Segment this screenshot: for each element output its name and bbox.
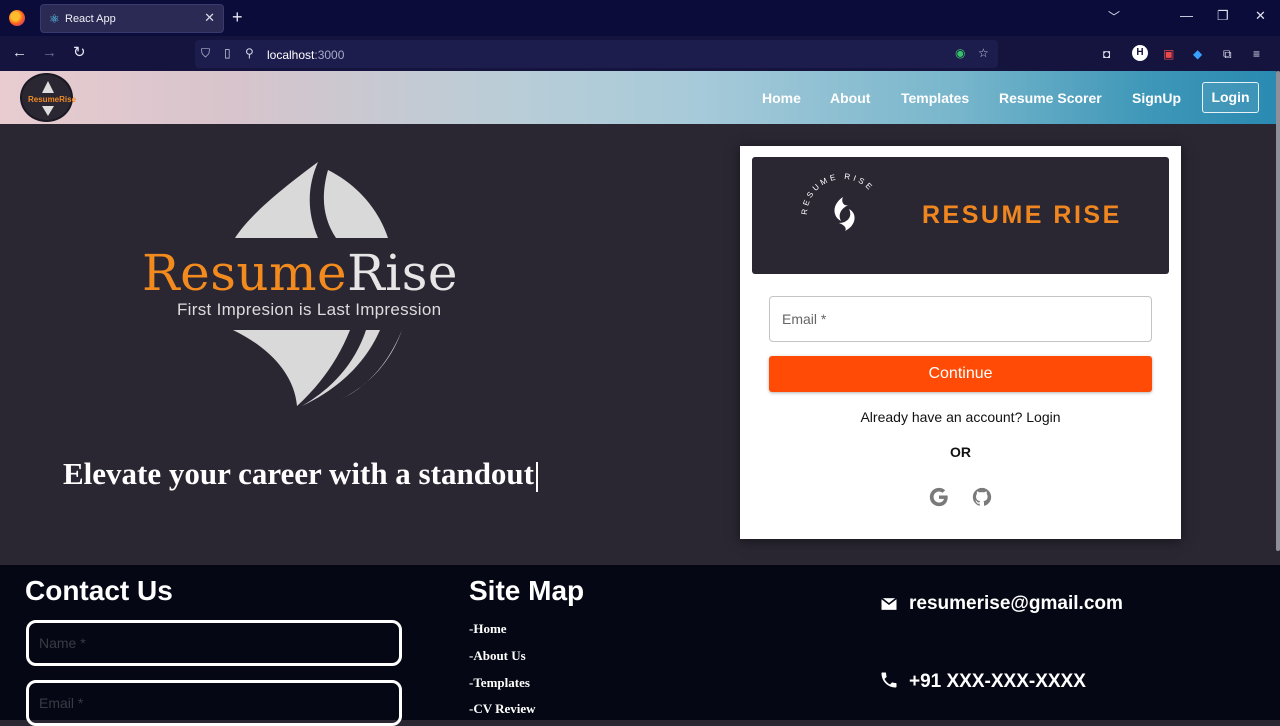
logo-text: ResumeRise bbox=[28, 95, 77, 104]
nav-about[interactable]: About bbox=[830, 90, 870, 106]
nav-signup[interactable]: SignUp bbox=[1132, 90, 1181, 106]
contact-heading: Contact Us bbox=[25, 575, 173, 606]
or-divider: OR bbox=[950, 444, 971, 460]
extension-h-icon[interactable]: H bbox=[1132, 45, 1148, 61]
signup-email-input[interactable]: Email * bbox=[769, 296, 1152, 342]
extension-red-icon[interactable]: ▣ bbox=[1163, 47, 1174, 61]
card-banner: RESUME RISE RESUME RISE bbox=[752, 157, 1169, 274]
extension-status-icon[interactable]: ◉ bbox=[955, 46, 965, 60]
restore-icon[interactable]: ❐ bbox=[1217, 8, 1229, 24]
bookmark-star-icon[interactable]: ☆ bbox=[978, 46, 989, 60]
reload-icon[interactable]: ↻ bbox=[73, 45, 86, 61]
site-footer: Contact Us Name * Email * Site Map -Home… bbox=[0, 565, 1280, 726]
contact-email-input[interactable]: Email * bbox=[26, 680, 402, 726]
contact-name-input[interactable]: Name * bbox=[26, 620, 402, 666]
hamburger-menu-icon[interactable]: ≡ bbox=[1253, 47, 1260, 61]
window-close-icon[interactable]: ✕ bbox=[1255, 8, 1266, 24]
logo-sail-bottom-icon bbox=[42, 106, 54, 116]
sitemap-link-about[interactable]: -About Us bbox=[469, 648, 526, 664]
google-icon[interactable] bbox=[928, 486, 950, 508]
github-icon[interactable] bbox=[971, 486, 993, 508]
site-header: ResumeRise Home About Templates Resume S… bbox=[0, 71, 1276, 124]
login-prompt-link[interactable]: Already have an account? Login bbox=[740, 409, 1181, 425]
browser-nav-bar: ← → ↻ ⛉ ▯ ⚲ localhost:3000 ◉ ☆ ◘ H ▣ ◆ ⧉… bbox=[0, 36, 1280, 71]
firefox-logo-icon bbox=[9, 10, 25, 26]
contact-phone[interactable]: +91 XXX-XXX-XXXX bbox=[909, 671, 1086, 693]
url-text[interactable]: localhost:3000 bbox=[267, 48, 344, 62]
address-bar[interactable]: ⛉ ▯ ⚲ localhost:3000 ◉ ☆ bbox=[195, 40, 998, 68]
typing-cursor bbox=[536, 461, 538, 492]
sitemap-link-templates[interactable]: -Templates bbox=[469, 675, 530, 691]
page-scrollbar[interactable] bbox=[1276, 71, 1280, 551]
browser-tab-bar: ⚛ React App ✕ + ﹀ — ❐ ✕ bbox=[0, 0, 1280, 36]
hero-headline: Elevate your career with a standout bbox=[63, 456, 538, 492]
minimize-icon[interactable]: — bbox=[1180, 8, 1193, 23]
permissions-icon[interactable]: ⚲ bbox=[245, 46, 254, 60]
tab-title: React App bbox=[65, 13, 116, 25]
forward-arrow-icon[interactable]: → bbox=[42, 45, 57, 61]
nav-home[interactable]: Home bbox=[762, 90, 801, 106]
phone-icon bbox=[881, 672, 897, 688]
signup-card: RESUME RISE RESUME RISE Email * Continue… bbox=[740, 146, 1181, 539]
new-tab-icon[interactable]: + bbox=[232, 7, 243, 27]
sitemap-heading: Site Map bbox=[469, 575, 585, 606]
nav-templates[interactable]: Templates bbox=[901, 90, 969, 106]
sitemap-link-home[interactable]: -Home bbox=[469, 621, 507, 637]
nav-resume-scorer[interactable]: Resume Scorer bbox=[999, 90, 1102, 106]
extensions-puzzle-icon[interactable]: ⧉ bbox=[1223, 47, 1232, 62]
close-tab-icon[interactable]: ✕ bbox=[204, 10, 215, 26]
shield-icon[interactable]: ⛉ bbox=[201, 46, 210, 61]
browser-tab[interactable]: ⚛ React App ✕ bbox=[40, 4, 224, 33]
hero-brand-name: ResumeRise bbox=[142, 244, 458, 302]
pocket-icon[interactable]: ◘ bbox=[1103, 47, 1110, 61]
card-brand-title: RESUME RISE bbox=[922, 201, 1122, 229]
logo-sail-top-icon bbox=[42, 81, 54, 93]
chevron-down-icon[interactable]: ﹀ bbox=[1108, 8, 1120, 25]
hero-tagline: First Impresion is Last Impression bbox=[177, 300, 442, 319]
login-button[interactable]: Login bbox=[1202, 82, 1259, 113]
site-logo[interactable]: ResumeRise bbox=[20, 73, 77, 122]
contact-email[interactable]: resumerise@gmail.com bbox=[909, 593, 1123, 615]
sitemap-link-cv-review[interactable]: -CV Review bbox=[469, 701, 536, 717]
continue-button[interactable]: Continue bbox=[769, 356, 1152, 392]
resume-rise-seal-icon: RESUME RISE bbox=[800, 173, 873, 231]
extension-diamond-icon[interactable]: ◆ bbox=[1193, 47, 1202, 61]
back-arrow-icon[interactable]: ← bbox=[12, 45, 27, 61]
page-icon: ▯ bbox=[224, 46, 231, 60]
react-icon: ⚛ bbox=[49, 12, 60, 26]
mail-icon bbox=[880, 597, 898, 610]
